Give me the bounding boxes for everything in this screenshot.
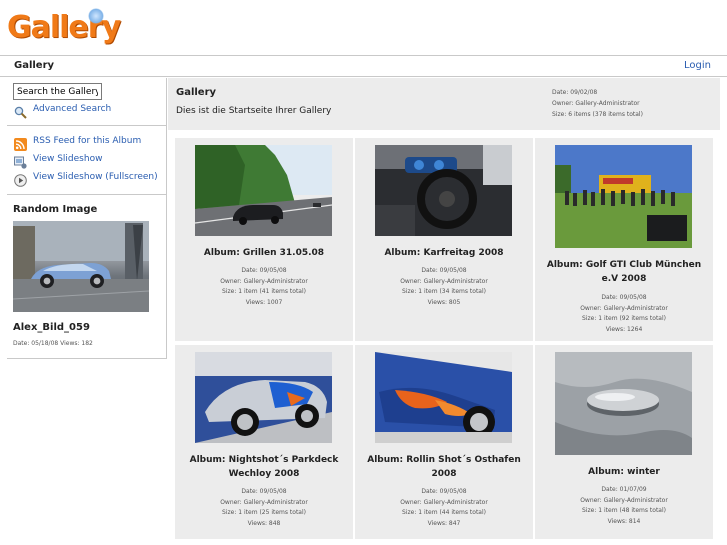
album-size: Size: 1 item (41 items total) <box>222 288 306 295</box>
album-views: Views: 1264 <box>605 325 643 333</box>
album-grid: Album: Grillen 31.05.08 Date: 09/05/08 O… <box>175 138 713 539</box>
album-meta: Date: 09/05/08 Owner: Gallery-Administra… <box>355 266 533 308</box>
album-title[interactable]: Album: Rollin Shot´s Osthafen 2008 <box>359 453 529 481</box>
view-slideshow-fullscreen-link[interactable]: View Slideshow (Fullscreen) <box>33 172 158 182</box>
album-title[interactable]: Album: Nightshot´s Parkdeck Wechloy 2008 <box>179 453 349 481</box>
album-card: Album: Rollin Shot´s Osthafen 2008 Date:… <box>355 345 533 539</box>
album-title[interactable]: Album: Golf GTI Club München e.V 2008 <box>539 258 709 286</box>
album-views: Views: 848 <box>247 519 281 527</box>
album-thumbnail[interactable] <box>375 352 512 443</box>
album-meta: Date: 01/07/09 Owner: Gallery-Administra… <box>535 485 713 527</box>
gallery-owner: Owner: Gallery-Administrator <box>552 100 640 107</box>
album-meta: Date: 09/05/08 Owner: Gallery-Administra… <box>355 487 533 529</box>
album-thumbnail[interactable] <box>195 145 332 236</box>
album-size: Size: 1 item (92 items total) <box>582 315 666 322</box>
album-owner: Owner: Gallery-Administrator <box>220 277 308 285</box>
album-owner: Owner: Gallery-Administrator <box>580 304 668 312</box>
login-link[interactable]: Login <box>684 60 711 71</box>
album-date: Date: 09/05/08 <box>241 267 287 274</box>
album-size: Size: 1 item (34 items total) <box>402 288 486 295</box>
slideshow-icon <box>14 154 27 173</box>
random-image-thumbnail[interactable] <box>13 221 149 312</box>
album-card: Album: Golf GTI Club München e.V 2008 Da… <box>535 138 713 341</box>
album-thumbnail[interactable] <box>375 145 512 236</box>
rss-feed-link[interactable]: RSS Feed for this Album <box>33 136 141 146</box>
breadcrumb[interactable]: Gallery <box>14 60 54 71</box>
album-size: Size: 1 item (25 items total) <box>222 509 306 516</box>
album-date: Date: 09/05/08 <box>241 488 287 495</box>
album-owner: Owner: Gallery-Administrator <box>220 498 308 506</box>
album-title[interactable]: Album: winter <box>539 465 709 479</box>
album-date: Date: 09/05/08 <box>421 267 467 274</box>
album-card: Album: Karfreitag 2008 Date: 09/05/08 Ow… <box>355 138 533 341</box>
album-date: Date: 09/05/08 <box>601 294 647 301</box>
search-icon <box>14 104 27 123</box>
album-card: Album: Grillen 31.05.08 Date: 09/05/08 O… <box>175 138 353 341</box>
album-thumbnail[interactable] <box>195 352 332 443</box>
album-date: Date: 01/07/09 <box>601 486 647 493</box>
album-views: Views: 1007 <box>245 298 283 306</box>
rss-icon <box>14 136 27 155</box>
album-thumbnail[interactable] <box>555 352 692 455</box>
album-title[interactable]: Album: Grillen 31.05.08 <box>179 246 349 260</box>
sidebar-divider <box>7 125 167 126</box>
album-thumbnail[interactable] <box>555 145 692 248</box>
album-views: Views: 847 <box>427 519 461 527</box>
album-views: Views: 805 <box>427 298 461 306</box>
album-card: Album: winter Date: 01/07/09 Owner: Gall… <box>535 345 713 539</box>
album-views: Views: 814 <box>607 517 641 525</box>
random-image-heading: Random Image <box>13 204 98 215</box>
album-owner: Owner: Gallery-Administrator <box>580 496 668 504</box>
album-size: Size: 1 item (48 items total) <box>582 507 666 514</box>
gallery-date: Date: 09/02/08 <box>552 89 598 96</box>
album-meta: Date: 09/05/08 Owner: Gallery-Administra… <box>175 266 353 308</box>
album-card: Album: Nightshot´s Parkdeck Wechloy 2008… <box>175 345 353 539</box>
gallery-meta: Date: 09/02/08 Owner: Gallery-Administra… <box>552 87 643 120</box>
random-image-name[interactable]: Alex_Bild_059 <box>13 322 90 333</box>
gallery-header: Gallery Dies ist die Startseite Ihrer Ga… <box>168 78 720 130</box>
top-bar: Gallery Login <box>0 55 727 77</box>
page-title: Gallery <box>176 87 217 98</box>
gallery-size: Size: 6 items (378 items total) <box>552 111 643 118</box>
logo-sparkle-icon <box>88 8 104 24</box>
album-meta: Date: 09/05/08 Owner: Gallery-Administra… <box>535 293 713 335</box>
album-size: Size: 1 item (44 items total) <box>402 509 486 516</box>
advanced-search-link[interactable]: Advanced Search <box>33 104 111 114</box>
album-title[interactable]: Album: Karfreitag 2008 <box>359 246 529 260</box>
gallery-description: Dies ist die Startseite Ihrer Gallery <box>176 106 332 116</box>
play-icon <box>14 172 27 191</box>
album-meta: Date: 09/05/08 Owner: Gallery-Administra… <box>175 487 353 529</box>
search-input[interactable] <box>13 83 102 100</box>
album-owner: Owner: Gallery-Administrator <box>400 498 488 506</box>
sidebar-divider <box>7 194 167 195</box>
album-date: Date: 09/05/08 <box>421 488 467 495</box>
view-slideshow-link[interactable]: View Slideshow <box>33 154 102 164</box>
album-owner: Owner: Gallery-Administrator <box>400 277 488 285</box>
random-image-meta: Date: 05/18/08 Views: 182 <box>13 340 93 347</box>
sidebar: Advanced Search RSS Feed for this Album … <box>7 78 167 359</box>
